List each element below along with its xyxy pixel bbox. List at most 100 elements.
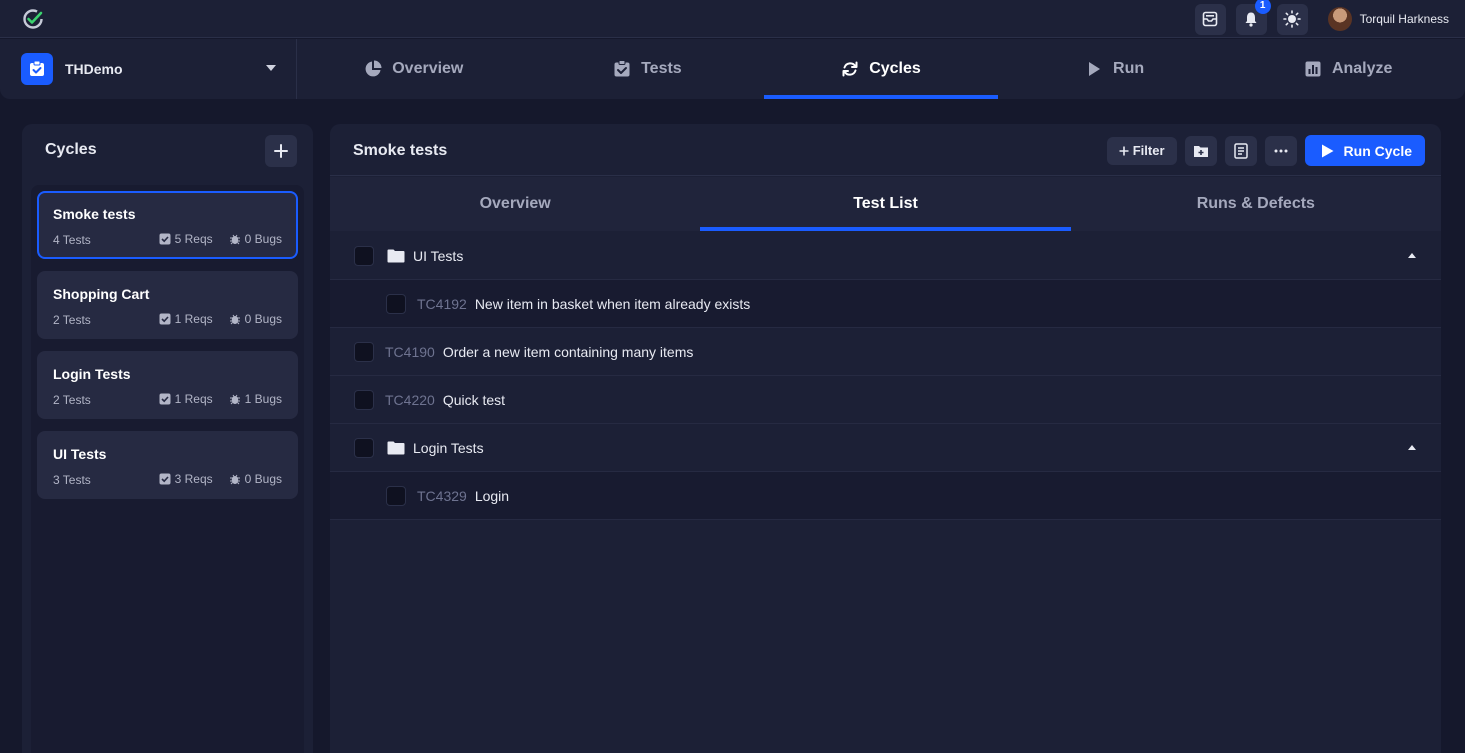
cycle-req-count: 1 Reqs <box>174 392 213 406</box>
nav-tab-label: Run <box>1113 60 1145 77</box>
nav-tab-label: Tests <box>641 60 682 77</box>
test-id: TC4190 <box>385 343 435 360</box>
more-icon <box>1274 149 1288 152</box>
cycle-bug-count: 1 Bugs <box>244 392 282 406</box>
folder-icon <box>387 249 405 262</box>
bar-chart-icon <box>1305 61 1321 77</box>
checkbox-icon <box>614 60 630 77</box>
row-checkbox[interactable] <box>354 245 374 266</box>
test-row[interactable]: TC4329 Login <box>330 472 1441 520</box>
cycle-name: Shopping Cart <box>53 286 150 302</box>
test-id: TC4192 <box>417 295 467 312</box>
inbox-icon <box>1202 11 1218 27</box>
cycle-bug-count: 0 Bugs <box>244 472 282 486</box>
cycle-list: Smoke tests 4 Tests 5 Reqs 0 Bugs Shoppi… <box>31 185 304 753</box>
test-row[interactable]: TC4192 New item in basket when item alre… <box>330 280 1441 328</box>
project-selector[interactable]: THDemo <box>0 39 297 99</box>
requirement-icon <box>159 473 171 485</box>
test-row[interactable]: TC4190 Order a new item containing many … <box>330 328 1441 376</box>
cycle-req-count: 1 Reqs <box>174 312 213 326</box>
bug-icon <box>229 394 240 405</box>
user-name[interactable]: Torquil Harkness <box>1360 12 1449 26</box>
tab-runs-defects[interactable]: Runs & Defects <box>1071 177 1441 231</box>
add-folder-button[interactable] <box>1184 135 1217 166</box>
requirement-icon <box>159 233 171 245</box>
app-logo-icon[interactable] <box>22 8 44 30</box>
cycle-card[interactable]: Shopping Cart 2 Tests 1 Reqs 0 Bugs <box>37 271 298 339</box>
document-add-icon <box>1233 142 1248 159</box>
detail-tabs: Overview Test List Runs & Defects <box>330 177 1441 231</box>
sidebar-title: Cycles <box>45 141 97 158</box>
test-name: Quick test <box>442 391 506 408</box>
folder-row[interactable]: UI Tests <box>330 232 1441 280</box>
panel-title: Smoke tests <box>353 142 448 159</box>
row-checkbox[interactable] <box>354 341 374 362</box>
add-cycle-button[interactable] <box>265 135 297 167</box>
row-checkbox[interactable] <box>354 389 374 410</box>
cycle-card[interactable]: Smoke tests 4 Tests 5 Reqs 0 Bugs <box>37 191 298 259</box>
requirement-icon <box>159 313 171 325</box>
test-id: TC4220 <box>385 391 435 408</box>
nav-tab-cycles[interactable]: Cycles <box>764 39 998 99</box>
cycle-test-count: 3 Tests <box>53 473 91 487</box>
filter-label: Filter <box>1132 143 1165 158</box>
row-checkbox[interactable] <box>386 485 406 506</box>
notifications-button[interactable]: 1 <box>1235 0 1271 35</box>
more-options-button[interactable] <box>1264 135 1297 166</box>
collapse-icon[interactable] <box>1408 253 1416 258</box>
bell-icon <box>1245 12 1257 27</box>
bug-icon <box>229 234 240 245</box>
nav-tab-overview[interactable]: Overview <box>297 39 531 99</box>
cycle-test-count: 4 Tests <box>53 233 91 247</box>
bug-icon <box>229 314 240 325</box>
bug-icon <box>229 474 240 485</box>
test-id: TC4329 <box>417 487 467 504</box>
requirement-icon <box>159 393 171 405</box>
folder-name: UI Tests <box>413 247 464 264</box>
cycle-req-count: 5 Reqs <box>174 232 213 246</box>
plus-icon <box>274 144 288 158</box>
nav-tab-label: Overview <box>392 60 464 77</box>
theme-toggle-button[interactable] <box>1276 3 1308 35</box>
test-name: Login <box>474 487 510 504</box>
main-nav: THDemo Overview Tests Cycles Run Analyze <box>0 39 1465 99</box>
run-cycle-label: Run Cycle <box>1343 142 1412 159</box>
folder-name: Login Tests <box>413 439 484 456</box>
project-name: THDemo <box>65 61 123 77</box>
test-list: UI Tests TC4192 New item in basket when … <box>330 232 1441 520</box>
pie-chart-icon <box>365 60 382 77</box>
tab-test-list[interactable]: Test List <box>700 177 1071 231</box>
test-row[interactable]: TC4220 Quick test <box>330 376 1441 424</box>
caret-down-icon[interactable] <box>266 65 276 71</box>
add-tests-button[interactable] <box>1224 135 1257 166</box>
inbox-button[interactable] <box>1194 3 1226 35</box>
plus-icon <box>1119 146 1129 155</box>
collapse-icon[interactable] <box>1408 445 1416 450</box>
run-cycle-button[interactable]: Run Cycle <box>1304 135 1425 166</box>
cycle-card[interactable]: UI Tests 3 Tests 3 Reqs 0 Bugs <box>37 431 298 499</box>
cycle-detail-panel: Smoke tests Filter Run Cycle Overview Te… <box>330 124 1441 753</box>
cycle-test-count: 2 Tests <box>53 313 91 327</box>
nav-tab-tests[interactable]: Tests <box>531 39 765 99</box>
cycle-card[interactable]: Login Tests 2 Tests 1 Reqs 1 Bugs <box>37 351 298 419</box>
cycle-name: Smoke tests <box>53 206 136 222</box>
cycle-bug-count: 0 Bugs <box>244 232 282 246</box>
folder-icon <box>387 441 405 454</box>
filter-button[interactable]: Filter <box>1106 136 1177 165</box>
tab-overview[interactable]: Overview <box>330 177 700 231</box>
nav-tab-run[interactable]: Run <box>998 39 1232 99</box>
test-name: Order a new item containing many items <box>442 343 694 360</box>
nav-tab-analyze[interactable]: Analyze <box>1231 39 1465 99</box>
cycle-test-count: 2 Tests <box>53 393 91 407</box>
user-avatar[interactable] <box>1327 7 1352 31</box>
cycle-name: Login Tests <box>53 366 131 382</box>
row-checkbox[interactable] <box>354 437 374 458</box>
top-bar: 1 Torquil Harkness <box>0 0 1465 38</box>
row-checkbox[interactable] <box>386 293 406 314</box>
play-icon <box>1089 62 1101 76</box>
cycle-name: UI Tests <box>53 446 107 462</box>
folder-add-icon <box>1193 145 1208 157</box>
sun-icon <box>1283 10 1301 28</box>
folder-row[interactable]: Login Tests <box>330 424 1441 472</box>
cycles-sidebar: Cycles Smoke tests 4 Tests 5 Reqs 0 Bugs… <box>22 124 313 753</box>
